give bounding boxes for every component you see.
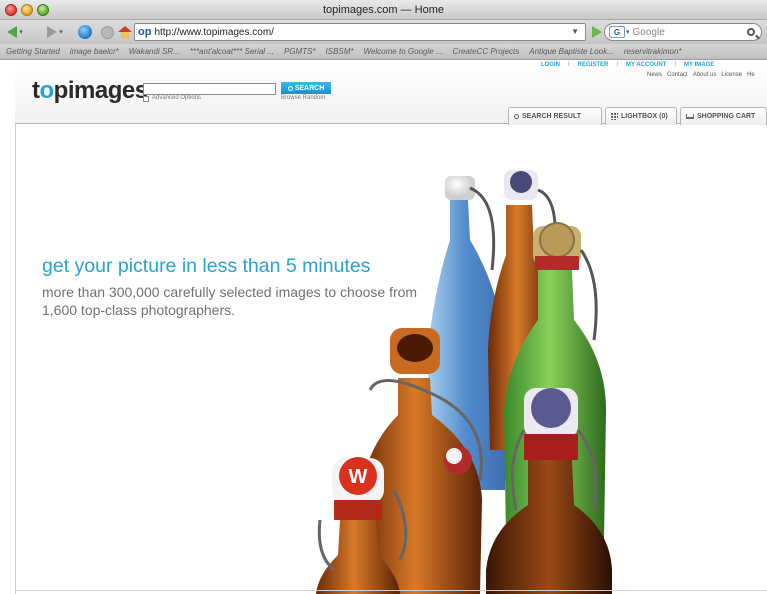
page-left-border xyxy=(15,60,16,594)
tab-search-result[interactable]: SEARCH RESULT xyxy=(508,107,602,125)
bookmark-item[interactable]: Antique Baptiste Look... xyxy=(529,47,614,56)
search-icon xyxy=(287,85,293,91)
bookmark-item[interactable]: Getting Started xyxy=(6,47,60,56)
forward-arrow-icon xyxy=(47,26,58,38)
address-bar[interactable]: op http://www.topimages.com/ ▼ xyxy=(134,23,586,41)
news-link[interactable]: News xyxy=(647,72,662,78)
contact-link[interactable]: Contact xyxy=(667,72,688,78)
bookmarks-bar: Getting Started image baelcr* Wakandi SR… xyxy=(0,44,767,60)
tab-lightbox[interactable]: LIGHTBOX (0) xyxy=(605,107,677,125)
browse-random-link[interactable]: Browse Random xyxy=(281,95,325,101)
hero-bottles-image: W xyxy=(316,170,612,594)
history-dropdown-icon[interactable]: ▼ xyxy=(571,27,579,36)
link-separator: I xyxy=(568,62,570,68)
logo-text-o: o xyxy=(39,77,55,104)
grid-icon xyxy=(611,113,618,120)
chevron-down-icon: ▾ xyxy=(19,29,23,36)
reload-button[interactable] xyxy=(76,23,94,41)
login-link[interactable]: LOGIN xyxy=(541,62,560,68)
page-bottom-border xyxy=(15,590,767,591)
address-url[interactable]: http://www.topimages.com/ xyxy=(154,27,274,38)
search-engine-icon[interactable]: G xyxy=(609,26,625,38)
site-search-input[interactable] xyxy=(143,83,276,95)
bookmark-item[interactable]: ***ant'alcoat*** Serial ... xyxy=(190,47,274,56)
bookmark-item[interactable]: reservitrakimon* xyxy=(624,47,682,56)
navigation-toolbar: ▾ ▾ op http://www.topimages.com/ ▼ G ▾ G… xyxy=(0,20,767,44)
register-link[interactable]: REGISTER xyxy=(578,62,609,68)
my-images-link[interactable]: MY IMAGE xyxy=(684,62,714,68)
browser-search-bar[interactable]: G ▾ Google xyxy=(604,23,762,41)
link-separator: I xyxy=(674,62,677,68)
back-button[interactable]: ▾ xyxy=(4,23,26,41)
window-titlebar: topimages.com — Home xyxy=(0,0,767,20)
tab-search-result-label: SEARCH RESULT xyxy=(522,113,581,120)
account-links: LOGIN I REGISTER I MY ACCOUNT I MY IMAGE xyxy=(541,62,714,68)
bookmark-item[interactable]: Welcome to Google ... xyxy=(364,47,443,56)
chevron-down-icon: ▾ xyxy=(59,29,63,36)
bookmark-item[interactable]: Wakandi SR... xyxy=(129,47,180,56)
back-arrow-icon xyxy=(7,26,18,38)
secondary-links: News Contact About us License He xyxy=(647,72,755,78)
stop-button[interactable] xyxy=(98,23,116,41)
tab-shopping-cart-label: SHOPPING CART xyxy=(697,113,756,120)
site-logo[interactable]: topimages xyxy=(32,77,148,105)
home-button[interactable] xyxy=(116,23,134,41)
my-account-link[interactable]: MY ACCOUNT xyxy=(626,62,666,68)
browser-search-input[interactable]: Google xyxy=(633,27,744,38)
stop-icon xyxy=(100,25,114,39)
help-link[interactable]: He xyxy=(747,72,755,78)
cart-icon xyxy=(686,114,694,119)
search-icon xyxy=(514,114,519,119)
opera-site-icon: op xyxy=(138,26,152,38)
tab-shopping-cart[interactable]: SHOPPING CART xyxy=(680,107,767,125)
advanced-options-label[interactable]: Advanced Options xyxy=(152,95,201,101)
logo-text-rest: pimages xyxy=(53,77,148,104)
forward-button[interactable]: ▾ xyxy=(44,23,66,41)
logo-text-t: t xyxy=(32,77,40,104)
tab-lightbox-label: LIGHTBOX (0) xyxy=(621,113,668,120)
bookmark-item[interactable]: CreateCC Projects xyxy=(453,47,520,56)
reload-icon xyxy=(78,25,92,39)
bottle-cap-letter: W xyxy=(349,466,368,488)
window-title: topimages.com — Home xyxy=(322,4,445,16)
site-search-button-label: SEARCH xyxy=(294,84,325,92)
bookmark-item[interactable]: image baelcr* xyxy=(70,47,119,56)
advanced-options-checkbox[interactable] xyxy=(143,96,149,102)
go-button[interactable] xyxy=(592,26,602,38)
link-separator: I xyxy=(616,62,619,68)
home-icon xyxy=(118,25,132,39)
search-icon[interactable] xyxy=(744,28,758,36)
site-search-button[interactable]: SEARCH xyxy=(281,82,331,94)
bookmark-item[interactable]: PGMTS* xyxy=(284,47,316,56)
chevron-down-icon[interactable]: ▾ xyxy=(626,28,630,36)
bookmark-item[interactable]: ISBSM* xyxy=(326,47,354,56)
site-header: topimages SEARCH Advanced Options Browse… xyxy=(15,60,767,125)
license-link[interactable]: License xyxy=(721,72,742,78)
about-us-link[interactable]: About us xyxy=(693,72,717,78)
